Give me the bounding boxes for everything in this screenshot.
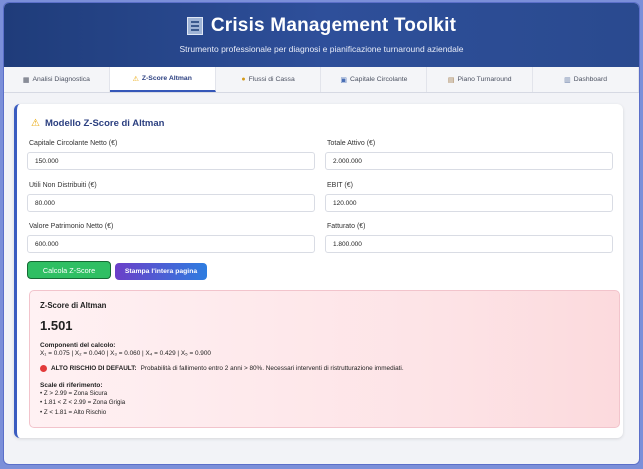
z-score-result-panel: Z-Score di Altman 1.501 Componenti del c… bbox=[29, 290, 620, 428]
card-title-text: Modello Z-Score di Altman bbox=[44, 118, 165, 129]
risk-text: Probabilità di fallimento entro 2 anni >… bbox=[140, 365, 404, 372]
tab-piano-turnaround[interactable]: ▤ Piano Turnaround bbox=[427, 67, 534, 92]
app-title: Crisis Management Toolkit bbox=[210, 15, 457, 36]
alarm-icon bbox=[40, 365, 47, 372]
chart-icon: ▦ bbox=[22, 76, 30, 84]
label-ebit: EBIT (€) bbox=[327, 182, 353, 189]
label-fatturato: Fatturato (€) bbox=[327, 223, 366, 230]
scale-title: Scale di riferimento: bbox=[40, 382, 103, 389]
card-title: ⚠ Modello Z-Score di Altman bbox=[31, 118, 164, 129]
scale-item: • 1.81 < Z < 2.99 = Zona Grigia bbox=[40, 399, 126, 407]
dashboard-icon: ▥ bbox=[564, 76, 571, 84]
tab-bar: ▦ Analisi Diagnostica ⚠ Z-Score Altman ●… bbox=[4, 67, 639, 93]
clipboard-icon: ▤ bbox=[447, 76, 455, 84]
input-valore-patrimonio-netto[interactable]: 600.000 bbox=[27, 235, 315, 253]
input-totale-attivo[interactable]: 2.000.000 bbox=[325, 152, 613, 170]
tab-capitale-circolante[interactable]: ▣ Capitale Circolante bbox=[321, 67, 428, 92]
tab-dashboard[interactable]: ▥ Dashboard bbox=[533, 67, 639, 92]
components-values: X₁ = 0.075 | X₂ = 0.040 | X₃ = 0.060 | X… bbox=[40, 350, 211, 357]
label-capitale-circolante: Capitale Circolante Netto (€) bbox=[29, 140, 118, 147]
tab-flussi-di-cassa[interactable]: ● Flussi di Cassa bbox=[216, 67, 322, 92]
risk-label: ALTO RISCHIO DI DEFAULT: bbox=[51, 365, 137, 372]
input-ebit[interactable]: 120.000 bbox=[325, 194, 613, 212]
app-header: Crisis Management Toolkit Strumento prof… bbox=[4, 3, 639, 67]
calc-icon: ▣ bbox=[340, 76, 347, 84]
input-capitale-circolante[interactable]: 150.000 bbox=[27, 152, 315, 170]
tab-label: Z-Score Altman bbox=[141, 75, 192, 82]
calculate-z-score-button[interactable]: Calcola Z-Score bbox=[27, 261, 111, 279]
warning-icon: ⚠ bbox=[31, 118, 40, 129]
app-subtitle: Strumento professionale per diagnosi e p… bbox=[179, 44, 464, 54]
tab-z-score-altman[interactable]: ⚠ Z-Score Altman bbox=[109, 67, 216, 92]
tab-label: Analisi Diagnostica bbox=[32, 76, 90, 83]
z-score-card: ⚠ Modello Z-Score di Altman Capitale Cir… bbox=[14, 104, 623, 438]
money-icon: ● bbox=[241, 76, 246, 83]
tab-label: Piano Turnaround bbox=[457, 76, 512, 83]
tab-label: Capitale Circolante bbox=[349, 76, 408, 83]
app-title-row: Crisis Management Toolkit bbox=[4, 15, 639, 37]
print-page-button[interactable]: Stampa l'intera pagina bbox=[115, 263, 207, 280]
building-icon bbox=[186, 17, 203, 35]
input-fatturato[interactable]: 1.800.000 bbox=[325, 235, 613, 253]
result-title: Z-Score di Altman bbox=[40, 301, 107, 310]
tab-label: Dashboard bbox=[573, 76, 607, 83]
input-utili-non-distribuiti[interactable]: 80.000 bbox=[27, 194, 315, 212]
tab-analisi-diagnostica[interactable]: ▦ Analisi Diagnostica bbox=[4, 67, 110, 92]
label-valore-patrimonio-netto: Valore Patrimonio Netto (€) bbox=[29, 223, 114, 230]
z-score-value: 1.501 bbox=[40, 318, 73, 333]
warning-icon: ⚠ bbox=[132, 75, 139, 83]
scale-item: • Z > 2.99 = Zona Sicura bbox=[40, 390, 108, 397]
label-totale-attivo: Totale Attivo (€) bbox=[327, 140, 376, 147]
components-title: Componenti del calcolo: bbox=[40, 342, 116, 349]
label-utili-non-distribuiti: Utili Non Distribuiti (€) bbox=[29, 182, 97, 189]
tab-label: Flussi di Cassa bbox=[248, 76, 295, 83]
risk-message: ALTO RISCHIO DI DEFAULT: Probabilità di … bbox=[40, 365, 609, 372]
scale-item: • Z < 1.81 = Alto Rischio bbox=[40, 408, 107, 416]
